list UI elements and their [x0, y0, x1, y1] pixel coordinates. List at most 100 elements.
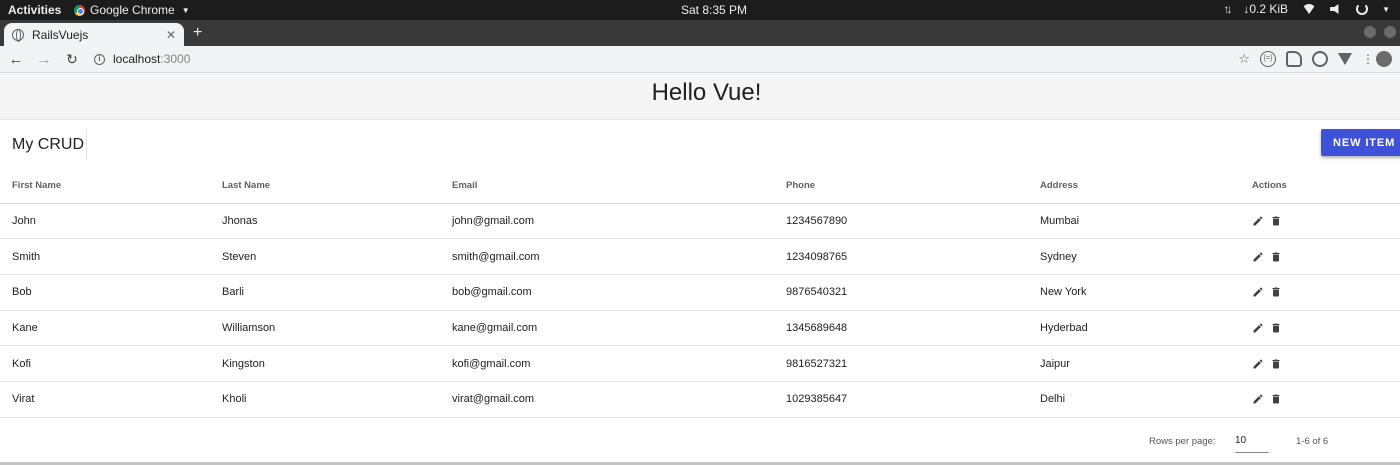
speaker-icon — [1330, 4, 1339, 14]
cell-last: Steven — [222, 238, 452, 275]
app-header: Hello Vue! — [0, 73, 1400, 120]
edit-icon[interactable] — [1252, 393, 1264, 405]
delete-icon[interactable] — [1270, 393, 1282, 405]
cell-first: Kane — [0, 310, 222, 347]
site-info-icon[interactable]: i — [94, 53, 105, 65]
back-arrow-icon[interactable]: ← — [8, 51, 24, 68]
table-body: John Jhonas john@gmail.com 1234567890 Mumbai… — [0, 203, 1400, 418]
cell-phone: 1234567890 — [786, 203, 1040, 240]
cell-last: Kingston — [222, 345, 452, 382]
delete-icon[interactable] — [1270, 358, 1282, 370]
crud-toolbar: My CRUD NEW ITEM — [0, 128, 1400, 162]
tab-title: RailsVuejs — [32, 27, 89, 42]
divider — [86, 130, 87, 160]
cell-email: kofi@gmail.com — [452, 345, 786, 382]
json-viewer-extension-icon[interactable]: {=} — [1260, 51, 1276, 67]
caret-down-icon: ▼ — [1382, 4, 1390, 14]
column-header-actions: Actions — [1252, 169, 1400, 204]
table-row: Virat Kholi virat@gmail.com 1029385647 Delhi — [0, 381, 1400, 418]
wifi-icon — [1302, 4, 1317, 14]
edit-icon[interactable] — [1252, 215, 1264, 227]
cell-email: virat@gmail.com — [452, 381, 786, 418]
cell-last: Barli — [222, 274, 452, 311]
table-row: John Jhonas john@gmail.com 1234567890 Mumbai — [0, 203, 1400, 240]
clock[interactable]: Sat 8:35 PM — [681, 3, 747, 17]
browser-toolbar: ← → ↻ i localhost:3000 ☆ {=} ⋮ — [0, 46, 1400, 73]
rows-per-page-select[interactable]: 10 — [1235, 433, 1269, 453]
column-header-last-name[interactable]: Last Name — [222, 169, 452, 204]
address-bar[interactable]: localhost:3000 — [113, 52, 190, 66]
cell-first: John — [0, 203, 222, 240]
new-tab-icon[interactable]: + — [193, 24, 202, 42]
cell-first: Bob — [0, 274, 222, 311]
close-tab-icon[interactable]: ✕ — [166, 28, 176, 42]
column-header-phone[interactable]: Phone — [786, 169, 1040, 204]
cell-first: Kofi — [0, 345, 222, 382]
cell-last: Jhonas — [222, 203, 452, 240]
new-item-button[interactable]: NEW ITEM — [1321, 129, 1400, 156]
column-header-first-name[interactable]: First Name — [0, 169, 222, 204]
app-menu[interactable]: Google Chrome ▼ — [74, 3, 190, 17]
cell-last: Williamson — [222, 310, 452, 347]
page-info: 1-6 of 6 — [1296, 436, 1329, 447]
network-arrows-icon: ↑↓ — [1223, 2, 1232, 16]
edit-icon[interactable] — [1252, 322, 1264, 334]
cell-actions — [1252, 381, 1400, 418]
cell-last: Kholi — [222, 381, 452, 418]
extension-icon[interactable] — [1312, 51, 1328, 67]
cell-phone: 9876540321 — [786, 274, 1040, 311]
activities-button[interactable]: Activities — [8, 3, 61, 17]
cell-actions — [1252, 238, 1400, 275]
cell-email: john@gmail.com — [452, 203, 786, 240]
window-controls — [1364, 26, 1396, 38]
cell-phone: 1029385647 — [786, 381, 1040, 418]
feedly-extension-icon[interactable] — [1286, 51, 1302, 67]
cell-email: smith@gmail.com — [452, 238, 786, 275]
browser-tab-strip: RailsVuejs ✕ — [0, 20, 1400, 46]
delete-icon[interactable] — [1270, 322, 1282, 334]
table-row: Smith Steven smith@gmail.com 1234098765 Sydn… — [0, 238, 1400, 275]
cell-actions — [1252, 310, 1400, 347]
column-header-address[interactable]: Address — [1040, 169, 1252, 204]
cell-actions — [1252, 345, 1400, 382]
column-header-email[interactable]: Email — [452, 169, 786, 204]
browser-tab[interactable]: RailsVuejs ✕ — [4, 23, 184, 46]
system-tray[interactable]: ↑↓ ↓0.2 KiB ▼ — [1223, 2, 1390, 16]
chrome-icon — [74, 4, 85, 16]
delete-icon[interactable] — [1270, 251, 1282, 263]
edit-icon[interactable] — [1252, 251, 1264, 263]
forward-arrow-icon[interactable]: → — [36, 51, 52, 68]
table-header-row: First Name Last Name Email Phone Address… — [0, 169, 1400, 204]
vue-devtools-icon[interactable] — [1338, 53, 1352, 65]
edit-icon[interactable] — [1252, 358, 1264, 370]
system-top-bar: Activities Google Chrome ▼ Sat 8:35 PM ↑… — [0, 0, 1400, 20]
app-menu-label: Google Chrome — [90, 3, 175, 17]
close-window-icon[interactable] — [1384, 26, 1396, 38]
cell-first: Virat — [0, 381, 222, 418]
minimize-icon[interactable] — [1364, 26, 1376, 38]
table-row: Kofi Kingston kofi@gmail.com 9816527321 Jaip… — [0, 345, 1400, 382]
data-table: First Name Last Name Email Phone Address… — [0, 169, 1400, 418]
cell-phone: 1345689648 — [786, 310, 1040, 347]
cell-actions — [1252, 203, 1400, 240]
delete-icon[interactable] — [1270, 215, 1282, 227]
cell-first: Smith — [0, 238, 222, 275]
caret-down-icon: ▼ — [181, 5, 190, 15]
edit-icon[interactable] — [1252, 286, 1264, 298]
profile-avatar[interactable] — [1376, 51, 1392, 67]
net-speed: ↓0.2 KiB — [1243, 2, 1289, 16]
globe-icon — [12, 28, 24, 42]
cell-address: Jaipur — [1040, 345, 1252, 382]
delete-icon[interactable] — [1270, 286, 1282, 298]
power-icon — [1356, 3, 1369, 15]
url-host: localhost — [113, 52, 161, 66]
bookmark-star-icon[interactable]: ☆ — [1238, 51, 1250, 67]
cell-address: Delhi — [1040, 381, 1252, 418]
kebab-menu-icon[interactable]: ⋮ — [1362, 51, 1374, 67]
cell-actions — [1252, 274, 1400, 311]
reload-icon[interactable]: ↻ — [64, 51, 80, 68]
crud-title: My CRUD — [12, 136, 84, 153]
table-footer: Rows per page: 10 1-6 of 6 — [0, 419, 1400, 463]
table-row: Bob Barli bob@gmail.com 9876540321 New York — [0, 274, 1400, 311]
cell-phone: 9816527321 — [786, 345, 1040, 382]
